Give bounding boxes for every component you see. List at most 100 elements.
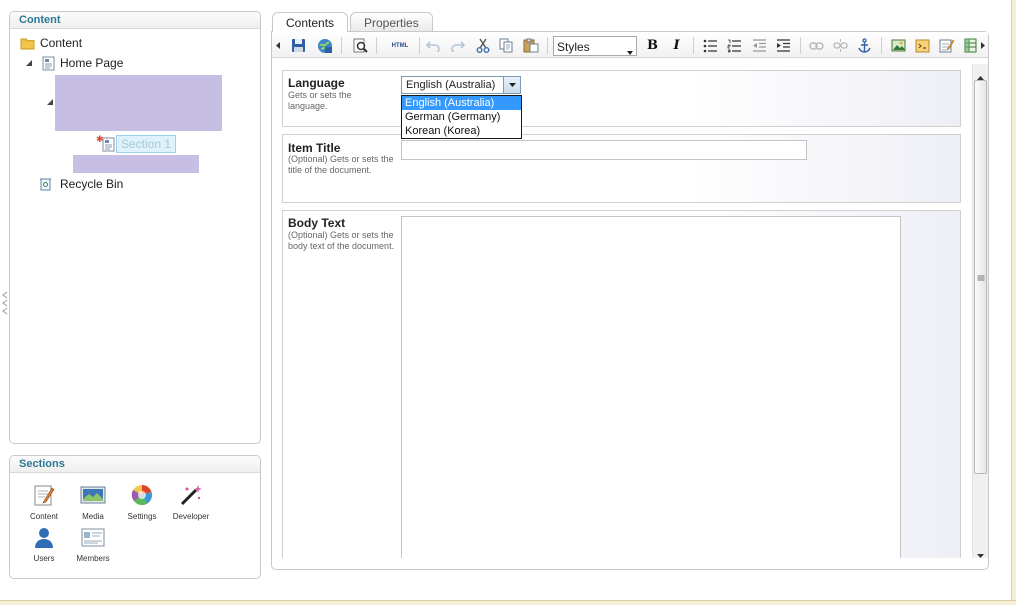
section-label-settings: Settings (127, 512, 157, 521)
toolbar-scroll-left-icon[interactable] (274, 38, 282, 53)
scrollbar-thumb[interactable] (974, 80, 987, 474)
toolbar-separator (341, 37, 342, 54)
document-icon (42, 56, 55, 71)
section-label-content: Content (29, 512, 59, 521)
insert-link-icon[interactable] (808, 38, 825, 53)
chevron-down-icon (627, 44, 633, 58)
tree-node-section-1[interactable]: Section 1 (116, 135, 177, 153)
insert-macro-icon[interactable] (914, 38, 931, 53)
preview-icon[interactable] (352, 38, 369, 53)
scrollbar-grip-icon (977, 270, 984, 284)
numbered-list-icon[interactable] (726, 38, 743, 53)
section-users[interactable]: Users (20, 527, 68, 563)
window-frame-bottom (0, 600, 1016, 605)
section-settings[interactable]: Settings (118, 483, 166, 521)
tree-node-recycle-bin[interactable]: Recycle Bin (39, 175, 123, 193)
bold-button[interactable]: B (644, 38, 661, 53)
save-and-publish-icon[interactable] (316, 38, 333, 53)
language-option[interactable]: German (Germany) (402, 110, 521, 124)
tab-properties[interactable]: Properties (350, 12, 433, 31)
language-label: Language (288, 76, 345, 90)
form-vertical-scrollbar[interactable] (972, 64, 988, 558)
item-title-label: Item Title (288, 141, 341, 155)
expand-toggle-icon[interactable] (25, 59, 33, 67)
tree-label-content: Content (40, 36, 83, 50)
styles-dropdown[interactable]: Styles (553, 36, 637, 56)
section-media[interactable]: Media (69, 483, 117, 521)
tree-node-home-page[interactable]: Home Page (25, 54, 123, 72)
window-frame-right (1011, 0, 1016, 605)
insert-form-icon[interactable] (938, 38, 955, 53)
html-source-button[interactable]: HTML (388, 38, 412, 53)
tree-label-recycle-bin: Recycle Bin (60, 177, 124, 191)
paste-icon[interactable] (522, 38, 539, 53)
redacted-tree-node (73, 155, 199, 173)
language-select-value: English (Australia) (406, 79, 496, 91)
insert-image-icon[interactable] (890, 38, 907, 53)
redacted-tree-node (55, 75, 222, 131)
section-label-developer: Developer (172, 512, 210, 521)
section-members[interactable]: Members (69, 527, 117, 563)
bold-label: B (647, 38, 658, 53)
sections-panel-title: Sections (10, 456, 260, 473)
indent-icon[interactable] (775, 38, 792, 53)
tree-label-home-page: Home Page (60, 56, 124, 70)
bullet-list-icon[interactable] (702, 38, 719, 53)
tab-label-properties: Properties (364, 16, 419, 30)
language-select[interactable]: English (Australia) (401, 76, 521, 94)
redo-icon[interactable] (449, 38, 466, 53)
tree-label-section-1: Section 1 (121, 137, 172, 151)
section-content[interactable]: Content (20, 483, 68, 521)
recycle-bin-icon (39, 177, 52, 191)
toolbar-separator (547, 37, 548, 54)
styles-dropdown-value: Styles (557, 40, 590, 54)
scroll-down-arrow-icon[interactable] (977, 547, 984, 561)
language-options-list: English (Australia) German (Germany) Kor… (401, 95, 522, 139)
tree-node-content-root[interactable]: Content (20, 34, 82, 52)
form-scroll-area[interactable]: Language Gets or sets the language. Item… (278, 64, 973, 558)
unlink-icon[interactable] (832, 38, 849, 53)
language-option[interactable]: Korean (Korea) (402, 124, 521, 138)
document-icon (102, 137, 115, 155)
language-field-row (282, 70, 961, 127)
item-title-description: (Optional) Gets or sets the title of the… (288, 154, 394, 175)
section-label-users: Users (33, 554, 55, 563)
section-label-media: Media (82, 512, 104, 521)
body-text-editor[interactable] (401, 216, 901, 558)
item-title-input[interactable] (401, 140, 807, 160)
toolbar-separator (376, 37, 377, 54)
content-panel-title: Content (10, 12, 260, 29)
toolbar-separator (881, 37, 882, 54)
chevron-down-icon[interactable] (503, 77, 520, 93)
settings-section-icon (118, 483, 166, 509)
copy-icon[interactable] (498, 38, 515, 53)
toolbar-separator (800, 37, 801, 54)
save-icon[interactable] (290, 38, 307, 53)
body-text-description: (Optional) Gets or sets the body text of… (288, 230, 395, 251)
section-label-members: Members (76, 554, 110, 563)
body-text-label: Body Text (288, 216, 346, 230)
undo-icon[interactable] (424, 38, 441, 53)
tab-label-contents: Contents (286, 16, 335, 30)
toolbar-scroll-right-icon[interactable] (978, 38, 986, 53)
language-description: Gets or sets the language. (288, 90, 352, 111)
content-section-icon (20, 483, 68, 509)
insert-table-icon[interactable] (962, 38, 979, 53)
italic-button[interactable]: I (668, 38, 685, 53)
members-section-icon (69, 527, 117, 551)
html-source-label: HTML (391, 42, 409, 49)
section-developer[interactable]: Developer (167, 483, 215, 521)
folder-icon (20, 36, 35, 50)
toolbar-separator (419, 37, 420, 54)
tab-contents[interactable]: Contents (272, 12, 349, 32)
media-section-icon (69, 483, 117, 509)
expand-toggle-icon[interactable] (46, 98, 54, 106)
panel-splitter-handle[interactable] (2, 290, 8, 321)
cut-icon[interactable] (474, 38, 491, 53)
anchor-icon[interactable] (856, 38, 873, 53)
developer-section-icon (167, 483, 215, 509)
users-section-icon (20, 527, 68, 551)
toolbar-separator (693, 37, 694, 54)
outdent-icon[interactable] (751, 38, 768, 53)
language-option[interactable]: English (Australia) (402, 96, 521, 110)
